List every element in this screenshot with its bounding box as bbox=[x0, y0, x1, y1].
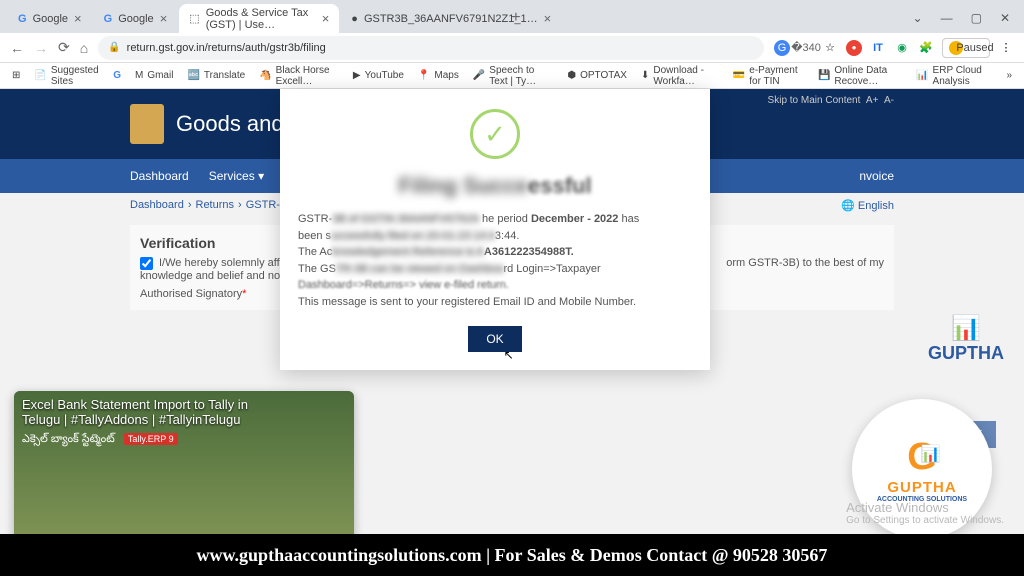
bookmark-item[interactable]: G bbox=[113, 70, 121, 81]
star-icon[interactable]: ☆ bbox=[822, 40, 838, 56]
close-window-icon[interactable]: ✕ bbox=[1000, 11, 1010, 25]
back-icon[interactable]: ← bbox=[10, 40, 24, 56]
close-icon[interactable]: × bbox=[322, 11, 330, 26]
skip-link[interactable]: Skip to Main Content A+ A- bbox=[768, 95, 894, 106]
ext-icon[interactable]: IT bbox=[870, 40, 886, 56]
browser-tabs: GGoogle× GGoogle× ⬚Goods & Service Tax (… bbox=[0, 0, 1024, 33]
crumb-item[interactable]: Dashboard bbox=[130, 199, 184, 211]
nav-dashboard[interactable]: Dashboard bbox=[130, 169, 189, 183]
bookmark-item[interactable]: 🔤 Translate bbox=[187, 70, 245, 81]
ext-icon[interactable]: ◉ bbox=[894, 40, 910, 56]
success-modal: ✓ Filing Succeessful GSTR-3B of GSTIN 36… bbox=[280, 89, 710, 370]
reload-icon[interactable]: ⟳ bbox=[58, 39, 70, 56]
apps-icon[interactable]: ⊞ bbox=[12, 70, 20, 81]
close-icon[interactable]: × bbox=[74, 11, 82, 26]
bookmark-overflow[interactable]: » bbox=[1006, 70, 1012, 81]
bookmark-item[interactable]: ⬢ OPTOTAX bbox=[567, 70, 627, 81]
bookmark-item[interactable]: ⬇ Download - Workfa… bbox=[641, 65, 719, 87]
lock-icon: 🔒 bbox=[108, 42, 120, 53]
checkmark-icon: ✓ bbox=[470, 109, 520, 159]
forward-icon[interactable]: → bbox=[34, 40, 48, 56]
page-content: Skip to Main Content A+ A- Goods and Ser… bbox=[0, 89, 1024, 576]
nav-invoice[interactable]: nvoice bbox=[859, 169, 894, 183]
bookmark-item[interactable]: 🎤 Speech to Text | Ty… bbox=[473, 65, 554, 87]
chevron-down-icon[interactable]: ⌄ bbox=[913, 11, 923, 25]
guptha-side-logo: 📊 GUPTHA bbox=[928, 314, 1004, 364]
activate-windows: Activate Windows Go to Settings to activ… bbox=[846, 500, 1004, 526]
tab-google-2[interactable]: GGoogle× bbox=[94, 4, 178, 33]
new-tab-button[interactable]: + bbox=[503, 9, 528, 33]
menu-icon[interactable]: ⋮ bbox=[998, 40, 1014, 56]
close-icon[interactable]: × bbox=[160, 11, 168, 26]
minimize-icon[interactable]: — bbox=[941, 11, 953, 25]
affirm-checkbox[interactable] bbox=[140, 257, 153, 270]
bookmarks-bar: ⊞ 📄 Suggested Sites G M Gmail 🔤 Translat… bbox=[0, 63, 1024, 89]
profile-paused[interactable]: Paused bbox=[942, 38, 990, 58]
footer-banner: www.gupthaaccountingsolutions.com | For … bbox=[0, 534, 1024, 576]
cursor-icon: ↖ bbox=[504, 348, 514, 362]
bookmark-item[interactable]: M Gmail bbox=[135, 70, 173, 81]
crumb-item[interactable]: Returns bbox=[196, 199, 235, 211]
ext-icon[interactable]: G bbox=[774, 40, 790, 56]
puzzle-icon[interactable]: 🧩 bbox=[918, 40, 934, 56]
maximize-icon[interactable]: ▢ bbox=[971, 11, 982, 25]
close-icon[interactable]: × bbox=[544, 11, 552, 26]
modal-title: Filing Succeessful bbox=[298, 173, 692, 199]
nav-services[interactable]: Services ▾ bbox=[209, 169, 264, 183]
thumb-title: Excel Bank Statement Import to Tally inT… bbox=[22, 397, 346, 427]
ext-icon[interactable]: ● bbox=[846, 40, 862, 56]
extensions: G �340 ☆ ● IT ◉ 🧩 Paused ⋮ bbox=[774, 38, 1014, 58]
tab-google-1[interactable]: GGoogle× bbox=[8, 4, 92, 33]
modal-body: GSTR-3B of GSTIN 36AANFV6791N he period … bbox=[298, 211, 692, 310]
bookmark-item[interactable]: 📊 ERP Cloud Analysis bbox=[916, 65, 992, 87]
bookmark-item[interactable]: 📄 Suggested Sites bbox=[34, 65, 99, 87]
address-bar: ← → ⟳ ⌂ 🔒return.gst.gov.in/returns/auth/… bbox=[0, 33, 1024, 63]
emblem-icon bbox=[130, 104, 164, 144]
bookmark-item[interactable]: 📍 Maps bbox=[418, 70, 459, 81]
bookmark-item[interactable]: 💳 e-Payment for TIN bbox=[733, 65, 804, 87]
home-icon[interactable]: ⌂ bbox=[80, 40, 88, 56]
tab-gstr3b[interactable]: ●GSTR3B_36AANFV6791N2Z1_1…× bbox=[341, 4, 501, 33]
tab-gst-active[interactable]: ⬚Goods & Service Tax (GST) | Use…× bbox=[179, 4, 339, 33]
bookmark-item[interactable]: 🐴 Black Horse Excell… bbox=[259, 65, 339, 87]
ok-button[interactable]: OK bbox=[468, 326, 521, 352]
language-selector[interactable]: 🌐 English bbox=[841, 199, 894, 212]
bookmark-item[interactable]: 💾 Online Data Recove… bbox=[818, 65, 902, 87]
url-input[interactable]: 🔒return.gst.gov.in/returns/auth/gstr3b/f… bbox=[98, 36, 764, 60]
bookmark-item[interactable]: ▶ YouTube bbox=[353, 70, 404, 81]
share-icon[interactable]: �340 bbox=[798, 40, 814, 56]
